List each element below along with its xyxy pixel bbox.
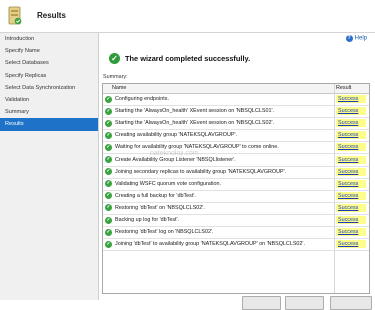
table-row[interactable]: ✓ Creating availability group 'NATEKSQLAV… [103, 130, 369, 143]
sidebar-item-results[interactable]: Results [0, 118, 98, 131]
table-row[interactable]: ✓ Restoring 'dbTest' on 'NBSQLCLS02'. Succ… [103, 202, 369, 215]
success-link[interactable]: Success [338, 205, 358, 211]
success-link[interactable]: Success [338, 108, 358, 114]
task-name: Joining secondary replicas to availabili… [115, 168, 287, 175]
sidebar-item-validation[interactable]: Validation [0, 94, 98, 106]
success-check-icon: ✓ [109, 53, 120, 64]
column-header-name[interactable]: Name [112, 85, 126, 91]
success-check-icon: ✓ [105, 95, 112, 103]
success-link[interactable]: Success [338, 120, 358, 126]
result-cell: Success [336, 107, 366, 116]
result-cell: Success [336, 191, 366, 200]
table-row[interactable]: ✓ Configuring endpoints. Success [103, 94, 369, 107]
table-row[interactable]: ✓ Creating a full backup for 'dbTest'. Suc… [103, 190, 369, 203]
success-link[interactable]: Success [338, 193, 358, 199]
previous-button[interactable] [242, 296, 281, 310]
next-button[interactable] [285, 296, 324, 310]
success-check-icon: ✓ [105, 216, 112, 224]
results-table: Name Result ✓ Configuring endpoints. Succe… [102, 83, 370, 294]
result-cell: Success [336, 95, 366, 103]
task-name: Validating WSFC quorum vote configuratio… [115, 180, 221, 187]
success-link[interactable]: Success [338, 217, 358, 223]
sidebar-item-specify-name[interactable]: Specify Name [0, 45, 98, 57]
server-wizard-icon [8, 6, 22, 25]
table-row[interactable]: ✓ Joining 'dbTest' to availability group … [103, 239, 369, 252]
column-header-result[interactable]: Result [336, 85, 351, 91]
table-row[interactable]: ✓ Starting the 'AlwaysOn_health' XEvent s… [103, 118, 369, 131]
success-check-icon: ✓ [105, 204, 112, 212]
result-cell: Success [336, 143, 366, 152]
result-cell: Success [336, 203, 366, 212]
help-icon: ? [345, 35, 353, 42]
sidebar-item-select-data-synchronization[interactable]: Select Data Synchronization [0, 82, 98, 94]
task-name: Restoring 'dbTest' log on 'NBSQLCLS02'. [115, 229, 214, 236]
result-cell: Success [336, 216, 366, 224]
result-cell: Success [336, 131, 366, 140]
task-name: Backing up log for 'dbTest'. [115, 217, 180, 223]
success-link[interactable]: Success [338, 157, 358, 163]
sidebar-item-summary[interactable]: Summary [0, 106, 98, 118]
header: Results [0, 0, 375, 33]
table-row[interactable]: ✓ Backing up log for 'dbTest'. Success [103, 215, 369, 228]
result-cell: Success [336, 228, 366, 237]
success-check-icon: ✓ [105, 192, 112, 200]
task-name: Creating availability group 'NATEKSQLAVG… [115, 132, 237, 139]
success-check-icon: ✓ [105, 107, 112, 115]
task-name: Create Availability Group Listener 'NBSQ… [115, 156, 236, 163]
task-name: Starting the 'AlwaysOn_health' XEvent se… [115, 120, 275, 127]
success-check-icon: ✓ [105, 143, 112, 151]
table-row[interactable]: ✓ Restoring 'dbTest' log on 'NBSQLCLS02'.… [103, 227, 369, 240]
result-cell: Success [336, 240, 366, 249]
table-header: Name Result [103, 84, 369, 94]
summary-label: Summary: [103, 74, 128, 80]
help-label: Help [354, 35, 367, 42]
main-panel: ? Help ✓ The wizard completed successfull… [99, 33, 375, 310]
result-cell: Success [336, 167, 366, 176]
success-check-icon: ✓ [105, 131, 112, 139]
task-name: Joining 'dbTest' to availability group '… [115, 241, 305, 248]
table-row[interactable]: ✓ Create Availability Group Listener 'NBS… [103, 154, 369, 167]
status-message: The wizard completed successfully. [125, 54, 251, 63]
success-check-icon: ✓ [105, 240, 112, 248]
task-name: Configuring endpoints. [115, 96, 169, 102]
success-link[interactable]: Success [338, 96, 358, 102]
table-row[interactable]: ✓ Waiting for availability group 'NATEKSQ… [103, 142, 369, 155]
success-check-icon: ✓ [105, 119, 112, 127]
success-link[interactable]: Success [338, 229, 358, 235]
table-row[interactable]: ✓ Validating WSFC quorum vote configurati… [103, 178, 369, 191]
sidebar: Introduction Specify Name Select Databas… [0, 33, 99, 300]
sidebar-item-specify-replicas[interactable]: Specify Replicas [0, 70, 98, 82]
task-name: Creating a full backup for 'dbTest'. [115, 192, 196, 199]
success-link[interactable]: Success [338, 181, 358, 187]
close-button[interactable] [330, 296, 372, 310]
page-title: Results [37, 11, 66, 20]
table-row[interactable]: ✓ Joining secondary replicas to availabil… [103, 166, 369, 179]
success-link[interactable]: Success [338, 144, 358, 150]
task-name: Waiting for availability group 'NATEKSQL… [115, 144, 279, 151]
task-name: Restoring 'dbTest' on 'NBSQLCLS02'. [115, 204, 205, 211]
success-check-icon: ✓ [105, 228, 112, 236]
result-cell: Success [336, 119, 366, 128]
success-check-icon: ✓ [105, 156, 112, 163]
task-name: Starting the 'AlwaysOn_health' XEvent se… [115, 108, 275, 115]
sidebar-item-introduction[interactable]: Introduction [0, 33, 98, 45]
table-row[interactable]: ✓ Starting the 'AlwaysOn_health' XEvent s… [103, 106, 369, 119]
success-link[interactable]: Success [338, 169, 358, 175]
result-cell: Success [336, 179, 366, 188]
success-link[interactable]: Success [338, 132, 358, 138]
success-link[interactable]: Success [338, 241, 358, 247]
success-check-icon: ✓ [105, 180, 112, 188]
help-link[interactable]: ? Help [345, 35, 367, 42]
success-check-icon: ✓ [105, 168, 112, 176]
sidebar-item-select-databases[interactable]: Select Databases [0, 57, 98, 69]
result-cell: Success [336, 155, 366, 164]
